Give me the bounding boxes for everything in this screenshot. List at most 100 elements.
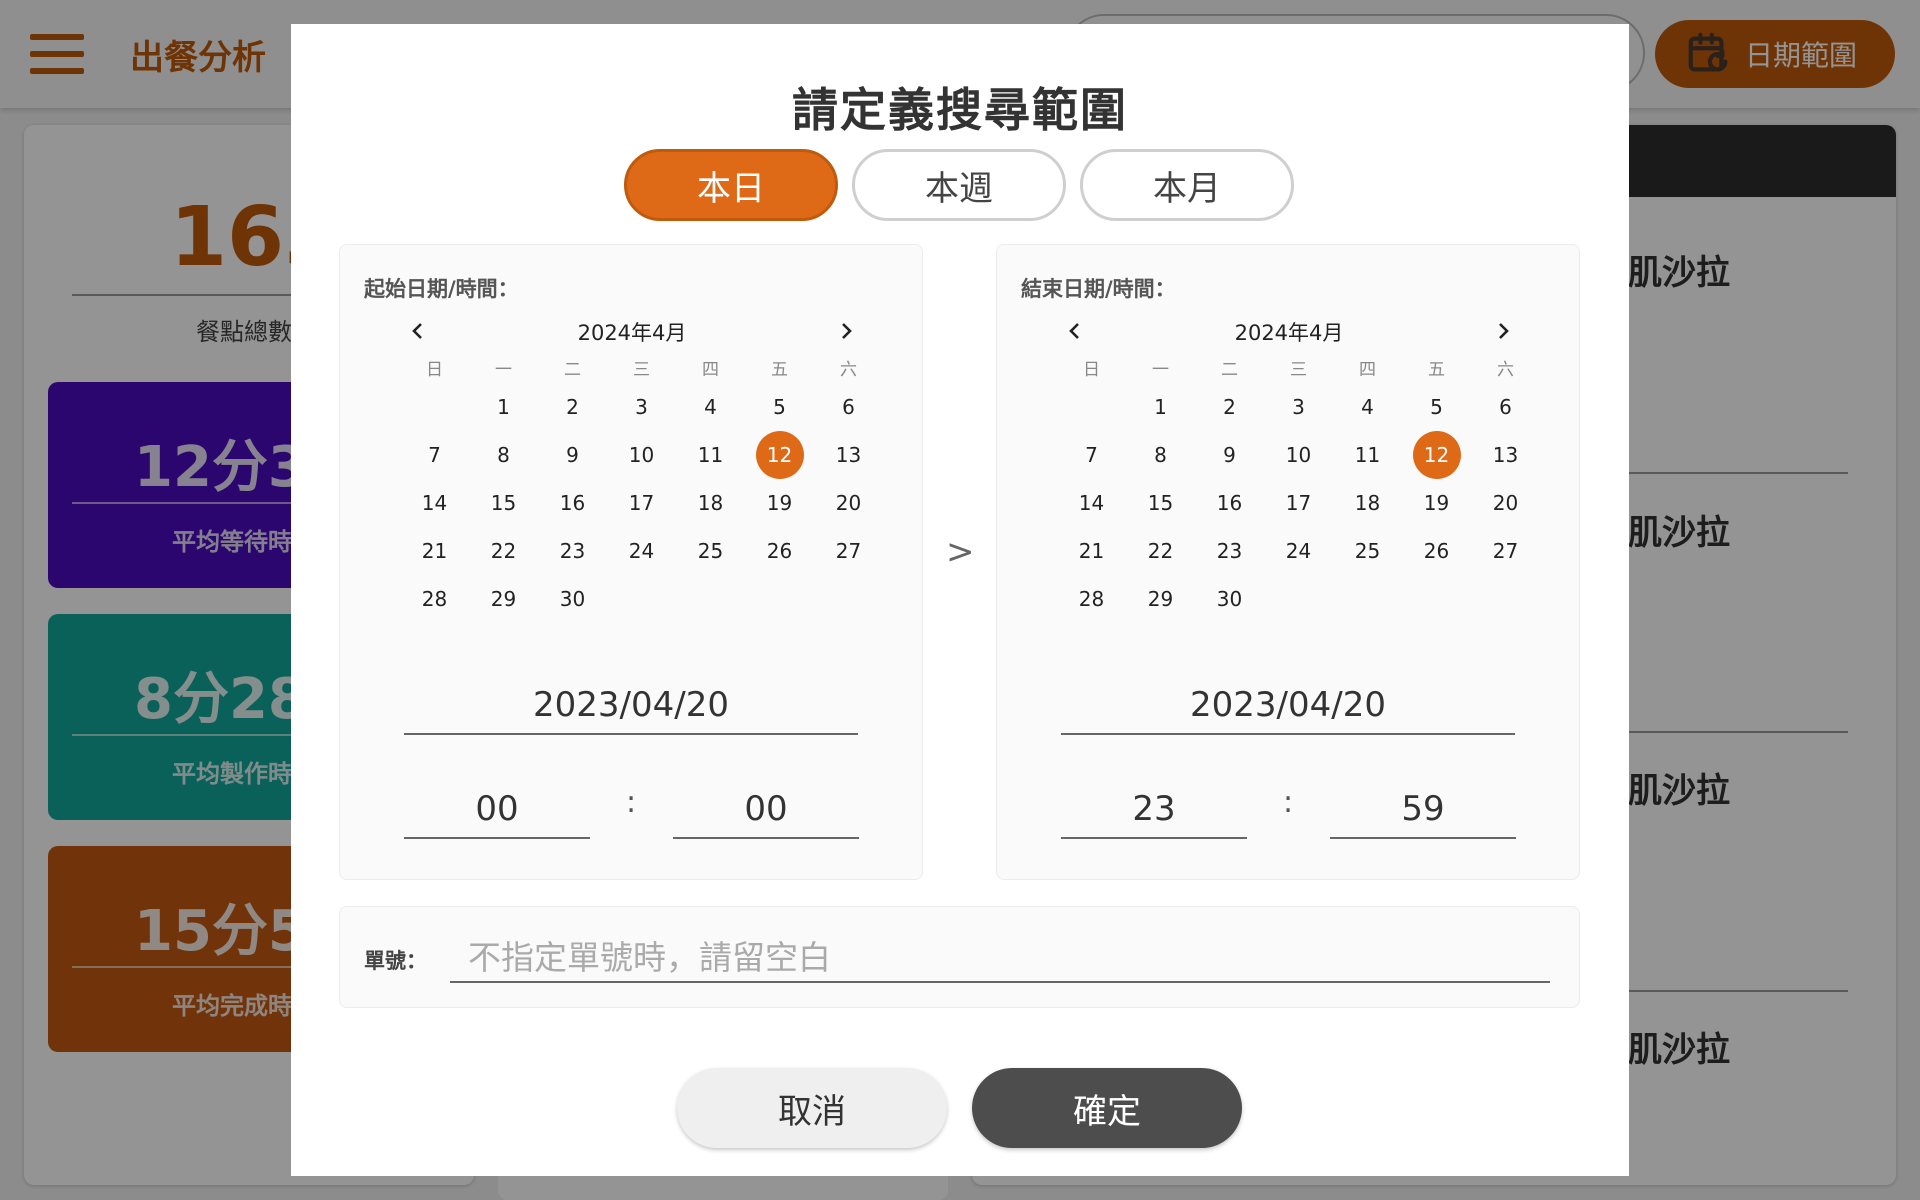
calendar-day[interactable]: 13 (1471, 431, 1540, 479)
calendar-day[interactable]: 28 (1057, 575, 1126, 623)
weekday-row: 日 一 二 三 四 五 六 (1057, 355, 1537, 380)
calendar-day-number: 28 (1078, 587, 1105, 611)
calendar-day[interactable]: 23 (1195, 527, 1264, 575)
calendar-day[interactable]: 18 (1333, 479, 1402, 527)
calendar-day-number: 6 (842, 395, 855, 419)
calendar-day[interactable]: 3 (1264, 383, 1333, 431)
calendar-day[interactable]: 16 (1195, 479, 1264, 527)
calendar-day[interactable]: 8 (469, 431, 538, 479)
calendar-day[interactable]: 13 (814, 431, 883, 479)
calendar-day[interactable]: 29 (469, 575, 538, 623)
calendar-day-selected[interactable]: 12 (1402, 431, 1471, 479)
calendar-day[interactable]: 25 (676, 527, 745, 575)
calendar-nav: 2024年4月 (400, 311, 864, 351)
calendar-day[interactable]: 11 (676, 431, 745, 479)
calendar-day-number: 14 (421, 491, 448, 515)
calendar-day[interactable]: 15 (469, 479, 538, 527)
calendar-day-number: 16 (1216, 491, 1243, 515)
calendar-day-number: 21 (421, 539, 448, 563)
chevron-right-icon[interactable] (1485, 313, 1521, 349)
end-date-field[interactable]: 2023/04/20 (1061, 685, 1515, 735)
calendar-day[interactable]: 6 (814, 383, 883, 431)
calendar-day-number: 12 (755, 431, 804, 479)
calendar-day[interactable]: 20 (814, 479, 883, 527)
calendar-day[interactable]: 24 (1264, 527, 1333, 575)
calendar-day[interactable]: 19 (1402, 479, 1471, 527)
start-datetime-panel: 起始日期/時間： 2024年4月 日 一 二 三 四 五 六 123456789… (339, 244, 923, 880)
range-separator: > (946, 532, 975, 572)
order-number-input[interactable] (450, 933, 1550, 983)
order-number-panel: 單號： (339, 906, 1580, 1008)
calendar-day[interactable]: 24 (607, 527, 676, 575)
calendar-day[interactable]: 17 (1264, 479, 1333, 527)
calendar-day[interactable]: 4 (676, 383, 745, 431)
calendar-day[interactable]: 28 (400, 575, 469, 623)
calendar-day[interactable]: 15 (1126, 479, 1195, 527)
calendar-day-number: 9 (566, 443, 579, 467)
calendar-day[interactable]: 23 (538, 527, 607, 575)
end-minute-field[interactable]: 59 (1330, 789, 1516, 839)
calendar-day[interactable]: 1 (469, 383, 538, 431)
start-date-field[interactable]: 2023/04/20 (404, 685, 858, 735)
calendar-day[interactable]: 22 (469, 527, 538, 575)
calendar-day-number: 7 (1085, 443, 1098, 467)
calendar-day[interactable]: 1 (1126, 383, 1195, 431)
calendar-day[interactable]: 18 (676, 479, 745, 527)
start-hour-field[interactable]: 00 (404, 789, 590, 839)
calendar-day[interactable]: 2 (538, 383, 607, 431)
calendar-day-number: 27 (1492, 539, 1519, 563)
calendar-day[interactable]: 26 (1402, 527, 1471, 575)
calendar-day-number: 15 (1147, 491, 1174, 515)
start-minute-field[interactable]: 00 (673, 789, 859, 839)
search-range-dialog: 請定義搜尋範圍 本日 本週 本月 起始日期/時間： 2024年4月 日 一 二 … (291, 24, 1629, 1176)
calendar-day[interactable]: 11 (1333, 431, 1402, 479)
calendar-day[interactable]: 27 (1471, 527, 1540, 575)
calendar-day[interactable]: 2 (1195, 383, 1264, 431)
calendar-day[interactable]: 17 (607, 479, 676, 527)
calendar-day[interactable]: 7 (1057, 431, 1126, 479)
tab-this-month[interactable]: 本月 (1080, 149, 1294, 221)
calendar-day[interactable]: 4 (1333, 383, 1402, 431)
calendar-day[interactable]: 9 (1195, 431, 1264, 479)
calendar-day[interactable]: 22 (1126, 527, 1195, 575)
calendar-day-number: 8 (497, 443, 510, 467)
calendar-month: 2024年4月 (1234, 321, 1344, 345)
calendar-day-selected[interactable]: 12 (745, 431, 814, 479)
calendar-days: 1 2 3 4 5 6 7 8 9 10 11 12 13 14 15 16 17 18 19 20 21 22 23 24 2… (1057, 383, 1537, 623)
calendar-day-number: 22 (1147, 539, 1174, 563)
calendar-day[interactable]: 10 (1264, 431, 1333, 479)
confirm-button[interactable]: 確定 (972, 1068, 1242, 1148)
calendar-day[interactable]: 21 (1057, 527, 1126, 575)
end-hour-field[interactable]: 23 (1061, 789, 1247, 839)
calendar-day[interactable]: 16 (538, 479, 607, 527)
calendar-day[interactable]: 5 (745, 383, 814, 431)
calendar-day[interactable]: 21 (400, 527, 469, 575)
calendar-day[interactable]: 8 (1126, 431, 1195, 479)
chevron-right-icon[interactable] (828, 313, 864, 349)
calendar-day[interactable]: 6 (1471, 383, 1540, 431)
calendar-day[interactable]: 27 (814, 527, 883, 575)
calendar-day-number: 18 (697, 491, 724, 515)
cancel-button[interactable]: 取消 (677, 1068, 947, 1148)
tab-this-week[interactable]: 本週 (852, 149, 1066, 221)
calendar-day[interactable]: 29 (1126, 575, 1195, 623)
calendar-day[interactable]: 14 (1057, 479, 1126, 527)
calendar-day[interactable]: 25 (1333, 527, 1402, 575)
calendar-day[interactable]: 7 (400, 431, 469, 479)
calendar-day-number: 26 (766, 539, 793, 563)
calendar-day[interactable]: 30 (538, 575, 607, 623)
weekday: 二 (1221, 360, 1238, 380)
calendar-day[interactable]: 30 (1195, 575, 1264, 623)
calendar-day[interactable]: 14 (400, 479, 469, 527)
calendar-day[interactable]: 26 (745, 527, 814, 575)
calendar-day[interactable]: 20 (1471, 479, 1540, 527)
weekday: 六 (1497, 360, 1514, 380)
calendar-day[interactable]: 5 (1402, 383, 1471, 431)
calendar-day[interactable]: 3 (607, 383, 676, 431)
calendar-day[interactable]: 9 (538, 431, 607, 479)
calendar-day[interactable]: 19 (745, 479, 814, 527)
calendar-day[interactable]: 10 (607, 431, 676, 479)
weekday-row: 日 一 二 三 四 五 六 (400, 355, 880, 380)
weekday: 三 (1290, 360, 1307, 380)
tab-today[interactable]: 本日 (624, 149, 838, 221)
